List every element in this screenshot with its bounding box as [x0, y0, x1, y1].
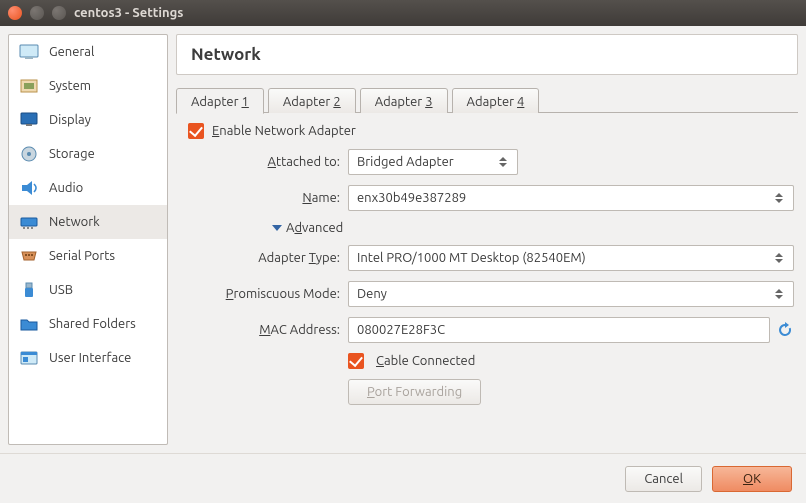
sidebar-item-label: Display: [49, 113, 91, 127]
sidebar-item-label: Network: [49, 215, 100, 229]
chevron-updown-icon: [773, 189, 785, 207]
sidebar-item-serial-ports[interactable]: Serial Ports: [9, 239, 167, 273]
sidebar-item-label: Shared Folders: [49, 317, 136, 331]
advanced-label: Advanced: [286, 221, 343, 235]
promiscuous-label: Promiscuous Mode:: [188, 287, 348, 301]
tab-adapter-4[interactable]: Adapter 4: [452, 88, 540, 113]
port-forwarding-button[interactable]: Port Forwarding: [348, 379, 481, 405]
display-icon: [19, 110, 39, 130]
adapter-type-select[interactable]: Intel PRO/1000 MT Desktop (82540EM): [348, 245, 794, 271]
page-title: Network: [176, 34, 798, 75]
dialog-footer: Cancel OK: [0, 453, 806, 503]
sidebar-item-shared-folders[interactable]: Shared Folders: [9, 307, 167, 341]
settings-sidebar: General System Display Storage Audio: [8, 34, 168, 445]
attached-to-label: Attached to:: [188, 155, 348, 169]
sidebar-item-label: USB: [49, 283, 73, 297]
cancel-button[interactable]: Cancel: [625, 466, 702, 492]
name-value: enx30b49e387289: [357, 191, 466, 205]
cable-connected-checkbox[interactable]: [348, 353, 364, 369]
sidebar-item-label: System: [49, 79, 91, 93]
sidebar-item-label: Serial Ports: [49, 249, 115, 263]
mac-address-input[interactable]: 080027E28F3C: [348, 317, 770, 343]
ok-button[interactable]: OK: [712, 466, 792, 492]
audio-icon: [19, 178, 39, 198]
window-title: centos3 - Settings: [74, 6, 183, 20]
mac-address-value: 080027E28F3C: [357, 323, 445, 337]
chevron-updown-icon: [773, 285, 785, 303]
tab-adapter-3[interactable]: Adapter 3: [360, 88, 448, 113]
sidebar-item-storage[interactable]: Storage: [9, 137, 167, 171]
attached-to-select[interactable]: Bridged Adapter: [348, 149, 518, 175]
enable-adapter-checkbox[interactable]: [188, 123, 204, 139]
sidebar-item-label: Storage: [49, 147, 95, 161]
adapter-type-label: Adapter Type:: [188, 251, 348, 265]
promiscuous-select[interactable]: Deny: [348, 281, 794, 307]
tab-adapter-2[interactable]: Adapter 2: [268, 88, 356, 113]
sidebar-item-label: Audio: [49, 181, 83, 195]
triangle-down-icon: [272, 225, 282, 231]
cable-connected-label: Cable Connected: [376, 354, 475, 368]
sidebar-item-audio[interactable]: Audio: [9, 171, 167, 205]
sidebar-item-network[interactable]: Network: [9, 205, 167, 239]
serial-port-icon: [19, 246, 39, 266]
system-icon: [19, 76, 39, 96]
close-icon[interactable]: [8, 6, 22, 20]
usb-icon: [19, 280, 39, 300]
sidebar-item-system[interactable]: System: [9, 69, 167, 103]
adapter-type-value: Intel PRO/1000 MT Desktop (82540EM): [357, 251, 586, 265]
attached-to-value: Bridged Adapter: [357, 155, 454, 169]
folder-icon: [19, 314, 39, 334]
titlebar: centos3 - Settings: [0, 0, 806, 26]
minimize-icon[interactable]: [30, 6, 44, 20]
sidebar-item-label: General: [49, 45, 94, 59]
sidebar-item-general[interactable]: General: [9, 35, 167, 69]
tab-adapter-1[interactable]: Adapter 1: [176, 88, 264, 114]
name-label: Name:: [188, 191, 348, 205]
sidebar-item-display[interactable]: Display: [9, 103, 167, 137]
enable-adapter-label: Enable Network Adapter: [212, 124, 356, 138]
promiscuous-value: Deny: [357, 287, 387, 301]
ui-icon: [19, 348, 39, 368]
general-icon: [19, 42, 39, 62]
sidebar-item-user-interface[interactable]: User Interface: [9, 341, 167, 375]
sidebar-item-usb[interactable]: USB: [9, 273, 167, 307]
network-icon: [19, 212, 39, 232]
refresh-mac-button[interactable]: [776, 321, 794, 339]
mac-label: MAC Address:: [188, 323, 348, 337]
sidebar-item-label: User Interface: [49, 351, 131, 365]
storage-icon: [19, 144, 39, 164]
name-select[interactable]: enx30b49e387289: [348, 185, 794, 211]
maximize-icon[interactable]: [52, 6, 66, 20]
chevron-updown-icon: [497, 153, 509, 171]
chevron-updown-icon: [773, 249, 785, 267]
advanced-toggle[interactable]: Advanced: [272, 221, 343, 235]
